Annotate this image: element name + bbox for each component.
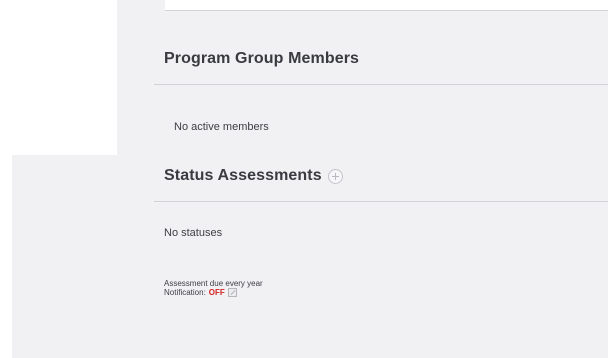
notification-row: Notification: OFF xyxy=(164,288,237,297)
top-notch xyxy=(163,0,165,18)
program-group-title-text: Program Group Members xyxy=(164,50,360,67)
status-assessments-title: Status Assessments xyxy=(164,167,343,185)
edit-icon[interactable] xyxy=(227,288,237,297)
notification-value: OFF xyxy=(208,288,225,297)
status-assessments-divider xyxy=(154,201,608,202)
no-members-text: No active members xyxy=(174,121,269,133)
program-group-divider xyxy=(154,84,608,85)
no-statuses-text: No statuses xyxy=(164,227,223,239)
top-card-edge xyxy=(163,0,608,11)
status-assessments-title-text: Status Assessments xyxy=(164,167,322,184)
notification-label: Notification: xyxy=(164,288,206,297)
program-group-title: Program Group Members xyxy=(164,50,359,68)
program-group-panel xyxy=(117,20,608,156)
assessment-due-text: Assessment due every year xyxy=(164,279,263,288)
status-assessments-panel xyxy=(12,155,608,358)
page: Program Group Members No active members … xyxy=(0,0,608,358)
plus-circle-icon[interactable] xyxy=(327,168,343,184)
